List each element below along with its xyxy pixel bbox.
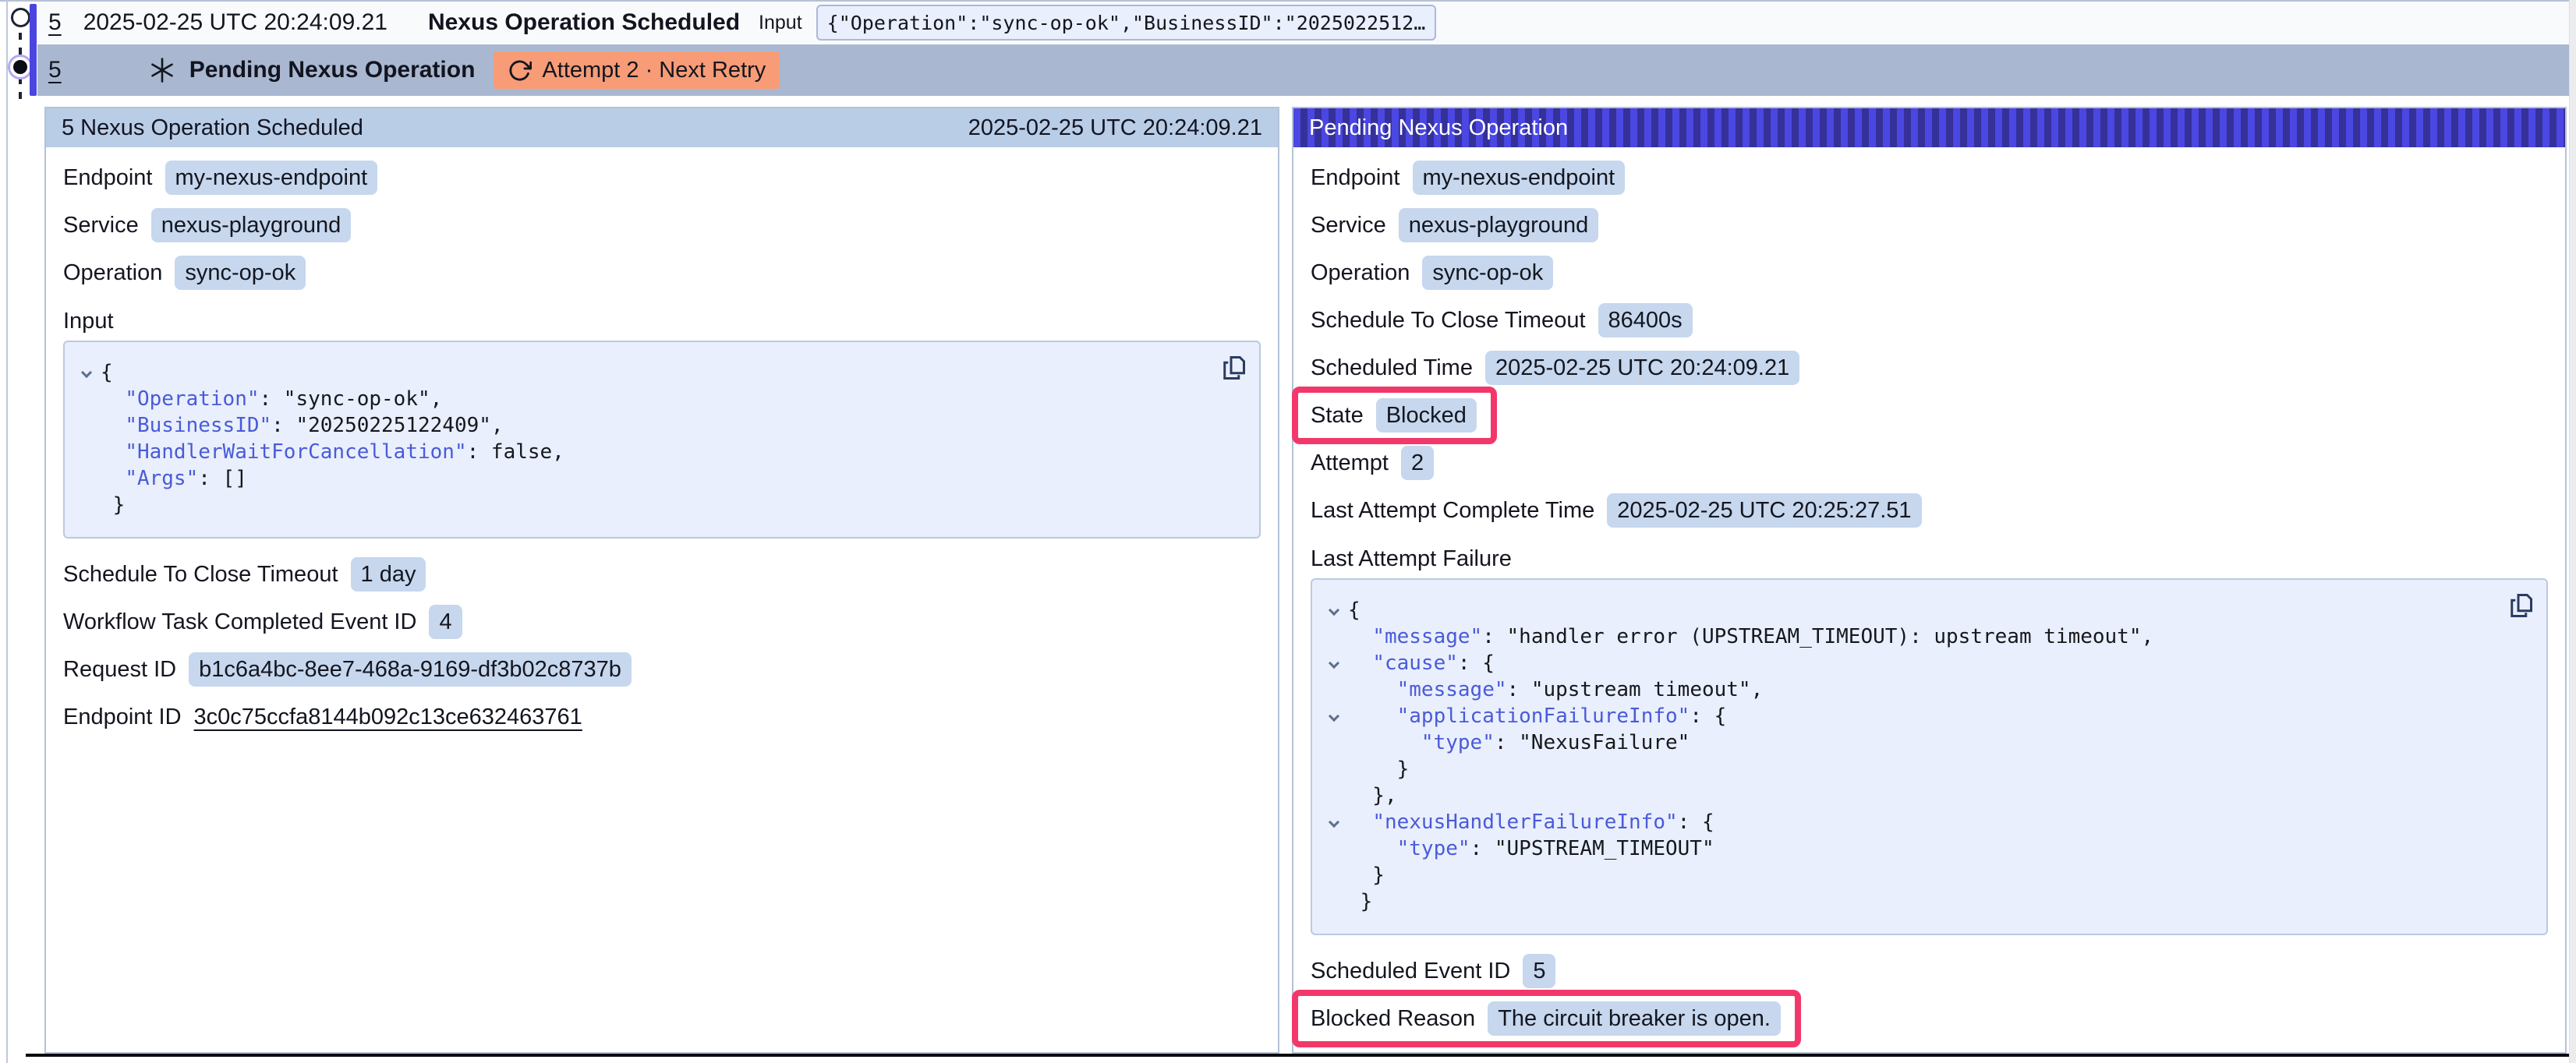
scheduled-panel-header: 5 Nexus Operation Scheduled 2025-02-25 U…: [46, 108, 1278, 147]
input-json-viewer: { "Operation": "sync-op-ok", "BusinessID…: [63, 341, 1261, 539]
event-row-pending-nexus-operation[interactable]: 5 Pending Nexus Operation Attempt 2 · Ne…: [37, 44, 2570, 96]
state-value-chip: Blocked: [1376, 398, 1477, 433]
field-state: State Blocked: [1311, 398, 2548, 433]
retry-badge-label: Attempt 2 · Next Retry: [542, 58, 766, 83]
field-value-chip: 2025-02-25 UTC 20:25:27.51: [1607, 493, 1921, 528]
field-label: Blocked Reason: [1311, 1006, 1475, 1032]
field-service: Service nexus-playground: [63, 208, 1261, 242]
field-scheduled-event-id: Scheduled Event ID 5: [1311, 954, 2548, 988]
endpoint-id-link[interactable]: 3c0c75ccfa8144b092c13ce632463761: [194, 705, 582, 730]
pending-panel-title: Pending Nexus Operation: [1309, 115, 1568, 141]
field-last-attempt-complete-time: Last Attempt Complete Time 2025-02-25 UT…: [1311, 493, 2548, 528]
detail-bottom-divider: [26, 1054, 2570, 1057]
field-blocked-reason: Blocked Reason The circuit breaker is op…: [1311, 1001, 2548, 1036]
blocked-reason-value-chip: The circuit breaker is open.: [1488, 1001, 1781, 1036]
field-operation: Operation sync-op-ok: [63, 256, 1261, 290]
field-label: Service: [1311, 213, 1386, 238]
field-value-chip: nexus-playground: [151, 208, 352, 242]
pending-panel-header: Pending Nexus Operation: [1293, 108, 2565, 147]
pending-event-id-link[interactable]: 5: [48, 57, 62, 83]
field-endpoint-id: Endpoint ID 3c0c75ccfa8144b092c13ce63246…: [63, 700, 1261, 734]
event-history-detail-view: 5 2025-02-25 UTC 20:24:09.21 Nexus Opera…: [0, 0, 2576, 1063]
field-scheduled-time: Scheduled Time 2025-02-25 UTC 20:24:09.2…: [1311, 351, 2548, 385]
event-id-link[interactable]: 5: [48, 9, 62, 36]
field-label: Operation: [1311, 260, 1410, 286]
field-service: Service nexus-playground: [1311, 208, 2548, 242]
vertical-scrollbar[interactable]: [2569, 0, 2576, 1063]
field-label: Scheduled Time: [1311, 355, 1473, 381]
field-value-chip: 4: [429, 605, 462, 639]
scheduled-panel-title: 5 Nexus Operation Scheduled: [62, 115, 363, 141]
pending-event-title: Pending Nexus Operation: [189, 57, 476, 83]
field-value-chip: sync-op-ok: [175, 256, 306, 290]
field-schedule-to-close-timeout: Schedule To Close Timeout 1 day: [63, 557, 1261, 592]
field-label: Endpoint: [1311, 165, 1400, 191]
field-label: State: [1311, 403, 1364, 429]
field-value-chip: 5: [1523, 954, 1555, 988]
failure-block-label: Last Attempt Failure: [1311, 541, 2548, 572]
field-label: Attempt: [1311, 450, 1389, 476]
failure-json-viewer: { "message": "handler error (UPSTREAM_TI…: [1311, 578, 2548, 935]
field-endpoint: Endpoint my-nexus-endpoint: [1311, 161, 2548, 195]
field-value-chip: 2025-02-25 UTC 20:24:09.21: [1485, 351, 1799, 385]
field-request-id: Request ID b1c6a4bc-8ee7-468a-9169-df3b0…: [63, 652, 1261, 687]
field-value-chip: 2: [1401, 446, 1434, 480]
field-endpoint: Endpoint my-nexus-endpoint: [63, 161, 1261, 195]
field-attempt: Attempt 2: [1311, 446, 2548, 480]
field-label: Scheduled Event ID: [1311, 959, 1510, 984]
copy-failure-button[interactable]: [2504, 589, 2537, 622]
retry-attempt-badge: Attempt 2 · Next Retry: [494, 51, 780, 89]
scheduled-event-detail-panel: 5 Nexus Operation Scheduled 2025-02-25 U…: [44, 107, 1279, 1054]
field-value-chip: 86400s: [1598, 303, 1693, 337]
scheduled-panel-timestamp: 2025-02-25 UTC 20:24:09.21: [968, 115, 1262, 141]
input-block-label: Input: [63, 303, 1261, 334]
field-operation: Operation sync-op-ok: [1311, 256, 2548, 290]
field-label: Last Attempt Complete Time: [1311, 498, 1594, 524]
field-value-chip: my-nexus-endpoint: [1413, 161, 1626, 195]
field-label: Schedule To Close Timeout: [1311, 308, 1586, 334]
field-label: Operation: [63, 260, 162, 286]
field-value-chip: 1 day: [351, 557, 426, 592]
event-row-nexus-operation-scheduled[interactable]: 5 2025-02-25 UTC 20:24:09.21 Nexus Opera…: [37, 2, 2570, 44]
retry-icon: [508, 58, 532, 83]
field-workflow-task-completed-event-id: Workflow Task Completed Event ID 4: [63, 605, 1261, 639]
field-label: Schedule To Close Timeout: [63, 562, 338, 588]
field-value-chip: sync-op-ok: [1422, 256, 1553, 290]
field-value-chip: my-nexus-endpoint: [165, 161, 378, 195]
field-label: Endpoint ID: [63, 705, 182, 730]
input-label: Input: [759, 12, 802, 34]
pending-operation-detail-panel: Pending Nexus Operation Endpoint my-nexu…: [1292, 107, 2567, 1054]
event-timestamp: 2025-02-25 UTC 20:24:09.21: [83, 9, 387, 36]
field-value-chip: b1c6a4bc-8ee7-468a-9169-df3b02c8737b: [189, 652, 632, 687]
field-schedule-to-close-timeout: Schedule To Close Timeout 86400s: [1311, 303, 2548, 337]
timeline-open-dot-icon: [11, 8, 30, 27]
event-title: Nexus Operation Scheduled: [428, 9, 740, 36]
selected-event-indicator-bar: [30, 4, 37, 96]
copy-icon: [1219, 354, 1247, 382]
left-border: [6, 0, 8, 1063]
field-label: Endpoint: [63, 165, 153, 191]
copy-icon: [2507, 592, 2535, 620]
pending-asterisk-icon: [149, 57, 175, 83]
copy-input-button[interactable]: [1217, 351, 1250, 384]
input-preview-chip[interactable]: {"Operation":"sync-op-ok","BusinessID":"…: [816, 5, 1437, 41]
field-label: Request ID: [63, 657, 176, 683]
input-json-lines: { "Operation": "sync-op-ok", "BusinessID…: [73, 359, 1212, 518]
field-label: Service: [63, 213, 139, 238]
failure-json-lines: { "message": "handler error (UPSTREAM_TI…: [1320, 597, 2500, 915]
event-detail-panels: 5 Nexus Operation Scheduled 2025-02-25 U…: [44, 107, 2567, 1054]
field-label: Workflow Task Completed Event ID: [63, 609, 416, 635]
field-value-chip: nexus-playground: [1399, 208, 1599, 242]
